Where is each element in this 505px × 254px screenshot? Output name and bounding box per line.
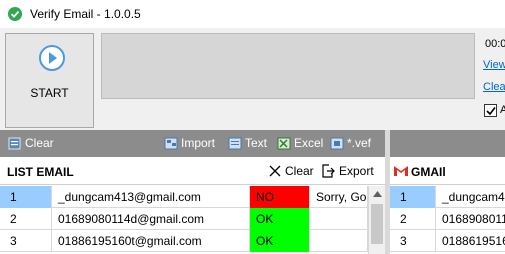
gmail-grid: 1 _dungcam4 2 0168908011 3 0188619516 <box>390 186 505 252</box>
table-row[interactable]: 3 01886195160t@gmail.com OK <box>0 230 368 252</box>
message-cell: Sorry, Goo <box>310 186 368 208</box>
list-clear-button[interactable]: Clear <box>269 164 314 178</box>
import-icon <box>164 137 178 150</box>
row-number: 3 <box>390 230 436 252</box>
auto-checkbox-label: A <box>500 104 505 116</box>
message-cell <box>310 230 368 252</box>
gmail-toolbar <box>390 130 505 157</box>
vef-button[interactable]: *.vef <box>330 136 371 150</box>
excel-icon <box>277 137 291 150</box>
export-icon <box>322 164 335 178</box>
gmail-title: GMAIl <box>411 165 446 179</box>
export-button[interactable]: Export <box>321 164 374 178</box>
start-button-label: START <box>30 86 69 100</box>
list-toolbar: Clear Import Text Excel *.vef <box>0 130 385 157</box>
progress-area <box>101 33 475 99</box>
row-number: 3 <box>0 230 52 252</box>
email-cell[interactable]: 01886195160t@gmail.com <box>52 230 250 252</box>
text-label: Text <box>245 136 268 150</box>
list-email-title: LIST EMAIL <box>7 165 74 179</box>
checkmark-icon <box>486 107 496 116</box>
close-icon <box>269 165 281 177</box>
row-number: 1 <box>390 186 436 208</box>
top-panel: START 00:0 View Clea A <box>0 28 505 130</box>
list-email-header: LIST EMAIL Clear Export <box>0 157 385 185</box>
start-button[interactable]: START <box>5 33 94 128</box>
table-row[interactable]: 1 _dungcam413@gmail.com NO Sorry, Goo <box>0 186 368 208</box>
excel-label: Excel <box>294 136 324 150</box>
row-number: 2 <box>390 208 436 230</box>
vef-label: *.vef <box>347 136 372 150</box>
status-cell: NO <box>250 186 310 208</box>
email-cell[interactable]: 0168908011 <box>436 208 505 230</box>
scrollbar-thumb[interactable] <box>371 204 383 244</box>
elapsed-time: 00:0 <box>485 38 505 50</box>
row-number: 2 <box>0 208 52 230</box>
play-icon <box>39 45 65 71</box>
email-cell[interactable]: 01689080114d@gmail.com <box>52 208 250 230</box>
view-link[interactable]: View <box>483 59 505 71</box>
excel-button[interactable]: Excel <box>277 136 323 150</box>
vef-file-icon <box>330 137 344 150</box>
email-cell[interactable]: _dungcam413@gmail.com <box>52 186 250 208</box>
gmail-header: GMAIl <box>390 157 505 185</box>
list-clear-label: Clear <box>285 164 314 178</box>
title-bar: Verify Email - 1.0.0.5 <box>0 0 505 28</box>
auto-checkbox[interactable] <box>484 104 497 117</box>
email-cell[interactable]: 0188619516 <box>436 230 505 252</box>
clear-link[interactable]: Clea <box>483 81 505 93</box>
table-row[interactable]: 1 _dungcam4 <box>390 186 505 208</box>
table-row[interactable]: 2 0168908011 <box>390 208 505 230</box>
row-number: 1 <box>0 186 52 208</box>
email-cell[interactable]: _dungcam4 <box>436 186 505 208</box>
list-email-grid: 1 _dungcam413@gmail.com NO Sorry, Goo 2 … <box>0 186 368 252</box>
message-cell <box>310 208 368 230</box>
text-button[interactable]: Text <box>228 136 267 150</box>
table-row[interactable]: 2 01689080114d@gmail.com OK <box>0 208 368 230</box>
import-label: Import <box>181 136 216 150</box>
check-circle-icon <box>8 7 22 21</box>
toolbar-clear-button[interactable]: Clear <box>8 136 54 150</box>
table-row[interactable]: 3 0188619516 <box>390 230 505 252</box>
import-button[interactable]: Import <box>164 136 215 150</box>
gmail-icon <box>394 166 408 176</box>
list-scrollbar[interactable] <box>368 186 385 254</box>
status-cell: OK <box>250 208 310 230</box>
window-title: Verify Email - 1.0.0.5 <box>30 7 141 21</box>
clear-list-icon <box>8 137 22 150</box>
scroll-up-arrow-icon[interactable] <box>373 191 382 197</box>
status-cell: OK <box>250 230 310 252</box>
export-label: Export <box>339 164 374 178</box>
text-file-icon <box>228 137 242 150</box>
toolbar-clear-label: Clear <box>25 136 54 150</box>
